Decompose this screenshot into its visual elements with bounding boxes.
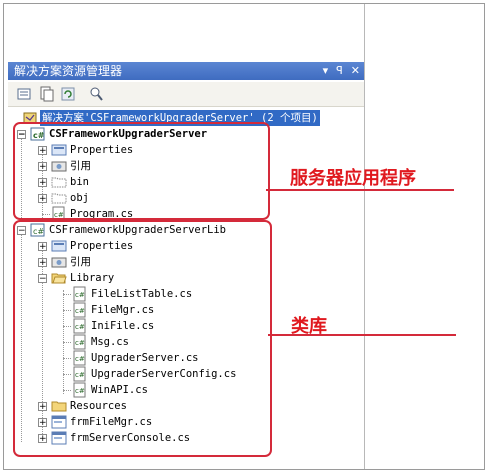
- lib-project-highlight: [13, 220, 272, 457]
- screenshot-frame: 解决方案资源管理器 ▾ ꟼ ✕ 解决方案'CSFrameworkUpgrader…: [3, 3, 485, 470]
- properties-icon[interactable]: [16, 86, 32, 102]
- panel-title: 解决方案资源管理器: [14, 64, 123, 78]
- lib-annotation-line: [268, 334, 456, 336]
- panel-titlebar: 解决方案资源管理器 ▾ ꟼ ✕: [8, 62, 364, 80]
- server-project-highlight: [13, 122, 270, 220]
- panel-toolbar: [8, 82, 364, 107]
- refresh-icon[interactable]: [60, 86, 76, 102]
- pin-icon[interactable]: ꟼ: [336, 62, 343, 80]
- show-all-files-icon[interactable]: [38, 86, 54, 102]
- server-annotation-line: [266, 189, 454, 191]
- view-class-diagram-icon[interactable]: [88, 86, 104, 102]
- close-icon[interactable]: ✕: [351, 62, 360, 80]
- pane-divider: [364, 4, 365, 469]
- dropdown-icon[interactable]: ▾: [323, 62, 329, 80]
- server-annotation-label: 服务器应用程序: [290, 168, 416, 189]
